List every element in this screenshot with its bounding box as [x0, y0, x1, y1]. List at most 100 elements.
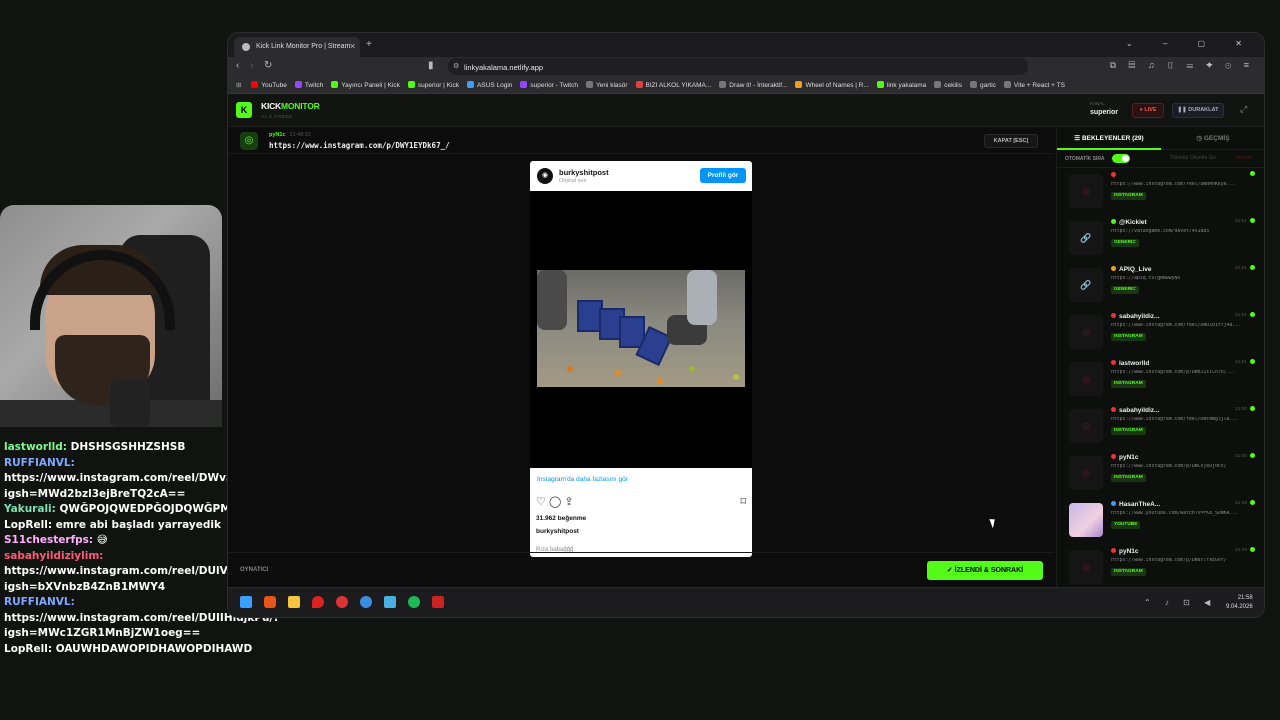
chat-message: RUFFIANVL:: [0, 595, 230, 611]
tab-pending[interactable]: ☰ BEKLEYENLER (29): [1057, 128, 1161, 150]
instagram-icon: ◎: [240, 132, 258, 150]
tab-bar: Kick Link Monitor Pro | Stream ✕ + ⌄ – ▢…: [228, 33, 1264, 57]
bookmark-item[interactable]: Wheel of Names | R...: [795, 81, 869, 89]
view-profile-button[interactable]: Profili gör: [700, 168, 746, 183]
queue-item[interactable]: ◎ sabahyildiz... https://www.instagram.com…: [1069, 405, 1255, 447]
window-controls[interactable]: ⌄ – ▢ ✕: [1126, 39, 1256, 48]
chat-username[interactable]: RUFFIANVL:: [4, 457, 75, 469]
bookmark-item[interactable]: Draw it! - İnteraktif...: [719, 81, 787, 89]
back-icon[interactable]: ‹: [236, 60, 239, 71]
chat-username[interactable]: RUFFIANVL:: [4, 596, 75, 608]
player-url[interactable]: https://www.instagram.com/p/DWY1EYDk67_/: [269, 141, 450, 150]
bookmark-item[interactable]: Yeni klasör: [585, 81, 628, 89]
instagram-icon: ◎: [1069, 315, 1103, 349]
chat-username[interactable]: LopRell:: [4, 519, 52, 531]
watched-next-button[interactable]: ✓ İZLENDİ & SONRAKİ: [927, 561, 1043, 580]
app-header: K KICKMONITOR V1.0 GREGE KANAL superior …: [228, 94, 1264, 127]
video-frame[interactable]: [537, 270, 745, 387]
bookmark-icon[interactable]: ▮: [428, 60, 434, 71]
queue-item[interactable]: ◎ sabahyildiz... https://www.instagram.com…: [1069, 311, 1255, 353]
queue-item[interactable]: ◎ pyN1c https://www.instagram.com/p/DWCsje…: [1069, 452, 1255, 494]
bookmark-item[interactable]: superior - Twitch: [520, 81, 578, 89]
map-pin-icon[interactable]: [312, 596, 324, 608]
bookmark-item[interactable]: Twitch: [294, 81, 323, 89]
recorder-icon[interactable]: [432, 596, 444, 608]
bookmark-label: Wheel of Names | R...: [805, 82, 869, 89]
system-tray[interactable]: ⌃ ♪ ⊡ ◀: [1144, 598, 1216, 607]
chat-text: QWĞPOJQWEDPĞOJDQWĞPMJ: [59, 503, 235, 515]
chat-username[interactable]: S11chesterfps:: [4, 534, 93, 546]
queue-item[interactable]: HasanTheA... https://www.youtube.com/watc…: [1069, 499, 1255, 541]
queue-item-tag: YOUTUBE: [1111, 521, 1141, 529]
share-icon[interactable]: ⇪: [564, 496, 573, 508]
status-dot: [1250, 547, 1255, 552]
new-tab-icon[interactable]: +: [366, 39, 372, 50]
bookmark-favicon-icon: [934, 81, 942, 88]
steam-icon[interactable]: [384, 596, 396, 608]
stream-chat: lastworlld: DHSHSGSHHZSHSB RUFFIANVL: htt…: [0, 440, 279, 720]
bookmark-item[interactable]: gartic: [970, 81, 996, 89]
queue-item-user: [1111, 172, 1119, 179]
channel-label: KANAL: [1090, 101, 1105, 106]
close-player-button[interactable]: KAPAT [ESC]: [984, 134, 1038, 148]
bookmark-item[interactable]: cekilis: [934, 81, 962, 89]
like-icon[interactable]: ♡: [536, 496, 546, 508]
chat-username[interactable]: Yakurali:: [4, 503, 56, 515]
chat-username[interactable]: sabahyildiziylim:: [4, 550, 103, 562]
queue-item[interactable]: ◎ lastworlld https://www.instagram.com/p/D…: [1069, 358, 1255, 400]
bookmark-item[interactable]: Yayıncı Paneli | Kick: [331, 81, 400, 89]
taskbar: ⌃ ♪ ⊡ ◀ 21:58 9.04.2026: [228, 587, 1264, 617]
spotify-icon[interactable]: [408, 596, 420, 608]
browser-toolbar-icons[interactable]: ⧉ ▤ ♫ ▯ ☰ ✦ ⊙ ≡: [1110, 60, 1254, 71]
file-explorer-icon[interactable]: [288, 596, 300, 608]
bookmark-label: Draw it! - İnteraktif...: [729, 82, 788, 89]
comment-icon[interactable]: ◯: [549, 496, 561, 508]
start-icon[interactable]: [240, 596, 252, 608]
bookmark-favicon-icon: [970, 81, 977, 88]
queue-item[interactable]: ◎ https://www.instagram.com/reel/DWhMnKky…: [1069, 170, 1255, 212]
chat-message: RUFFIANVL:: [0, 456, 230, 472]
tab-history[interactable]: ◷ GEÇMİŞ: [1161, 128, 1264, 150]
app-icon[interactable]: [336, 596, 348, 608]
save-icon[interactable]: ⌑: [740, 495, 746, 508]
bookmark-item[interactable]: BIZI ALKOL YIKAMA...: [635, 81, 711, 89]
queue-item-url: https://apiq.tv/gNNwwyNX: [1111, 276, 1181, 281]
app-icon[interactable]: [360, 596, 372, 608]
chat-username[interactable]: LopRell:: [4, 643, 52, 655]
chat-text: https://www.instagram.com/reel/DWv5nl: [4, 472, 245, 484]
queue-item-time: 21:51: [1234, 266, 1247, 271]
apps-icon[interactable]: ⊞: [236, 81, 241, 89]
site-info-icon[interactable]: ⚙: [453, 62, 459, 70]
forward-icon[interactable]: ›: [250, 60, 253, 71]
queue-item[interactable]: ◎ pyN1c https://www.instagram.com/p/DWaY7r…: [1069, 546, 1255, 587]
bookmark-item[interactable]: YouTube: [251, 81, 287, 89]
bookmark-label: gartic: [980, 82, 996, 89]
pause-button[interactable]: ❚❚ DURAKLAT: [1172, 103, 1224, 118]
queue-item-url: https://www.instagram.com/p/DWbJ1tlCh7n/…: [1111, 370, 1236, 375]
bookmark-item[interactable]: superior | Kick: [407, 81, 459, 89]
account-avatar[interactable]: ◉: [537, 168, 553, 184]
queue-item[interactable]: 🔗 @Kicklet https://vatangame.com/davet/451…: [1069, 217, 1255, 259]
clear-queue-button[interactable]: Temizle: [1235, 155, 1252, 161]
expand-icon[interactable]: ⤢: [1240, 104, 1247, 115]
taskbar-clock[interactable]: 21:58 9.04.2026: [1226, 594, 1253, 612]
url-input[interactable]: ⚙ linkyakalama.netlify.app: [448, 58, 1028, 75]
bookmark-item[interactable]: Vite + React + TS: [1003, 81, 1065, 89]
reload-icon[interactable]: ↻: [264, 60, 272, 71]
chat-message: S11chesterfps: 😅: [0, 533, 230, 549]
post-owner[interactable]: burkyshitpost: [536, 528, 579, 535]
queue-item[interactable]: 🔗 APIQ_Live https://apiq.tv/gNNwwyNX GENERI…: [1069, 264, 1255, 306]
mark-all-read-button[interactable]: Tümünü Okundu Sie: [1170, 155, 1216, 161]
bookmark-item[interactable]: ASUS Login: [466, 81, 512, 89]
auto-queue-toggle[interactable]: [1112, 154, 1130, 163]
chat-username[interactable]: lastworlld:: [4, 441, 67, 453]
live-button[interactable]: ● LIVE: [1132, 103, 1164, 118]
chat-message: https://www.instagram.com/reel/DUIIHldjk…: [0, 611, 279, 627]
close-tab-icon[interactable]: ✕: [349, 42, 356, 51]
browser-tab[interactable]: Kick Link Monitor Pro | Stream ✕: [234, 37, 360, 57]
chat-message: https://www.instagram.com/reel/DUlVrKn: [0, 564, 249, 580]
account-name[interactable]: burkyshitpost: [559, 168, 609, 177]
more-on-instagram-link[interactable]: Instagram'da daha fazlasını gör: [537, 476, 628, 483]
brave-icon[interactable]: [264, 596, 276, 608]
bookmark-item[interactable]: link yakalama: [876, 81, 926, 89]
